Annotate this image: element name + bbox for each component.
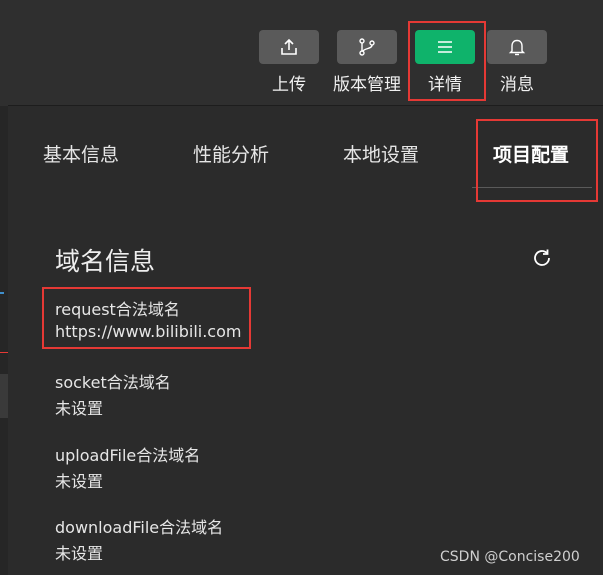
request-domain-label: request合法域名 [55,300,180,319]
top-toolbar: 上传 版本管理 详情 消息 [0,0,603,106]
downloadfile-domain-value: 未设置 [55,544,104,563]
socket-domain-value: 未设置 [55,399,104,418]
watermark: CSDN @Concise200 [440,549,580,565]
downloadfile-domain-label: downloadFile合法域名 [55,518,224,537]
version-button[interactable] [337,30,397,64]
messages-tool[interactable]: 消息 [487,30,547,95]
left-edge-panel [0,106,8,575]
upload-tool[interactable]: 上传 [259,30,319,95]
upload-icon [281,38,297,55]
upload-button[interactable] [259,30,319,64]
tab-underline [472,187,592,188]
edge-marker [0,292,4,294]
messages-button[interactable] [487,30,547,64]
refresh-icon[interactable] [530,246,554,270]
upload-label: 上传 [272,75,306,95]
section-title: 域名信息 [55,247,156,276]
version-label: 版本管理 [333,75,401,95]
bell-icon [508,39,526,56]
request-domain-value: https://www.bilibili.com [55,322,242,341]
tab-basic-info[interactable]: 基本信息 [43,140,119,167]
tab-performance[interactable]: 性能分析 [193,140,269,167]
branch-icon [359,38,375,56]
menu-icon [438,41,452,53]
edge-marker [0,352,8,353]
details-tool[interactable]: 详情 [415,30,475,95]
edge-block [0,374,8,418]
messages-label: 消息 [500,75,534,95]
socket-domain-label: socket合法域名 [55,373,171,392]
details-label: 详情 [428,75,462,95]
tab-local-settings[interactable]: 本地设置 [343,140,419,167]
version-tool[interactable]: 版本管理 [333,30,401,95]
uploadfile-domain-label: uploadFile合法域名 [55,446,201,465]
uploadfile-domain-value: 未设置 [55,472,104,491]
tab-project-config[interactable]: 项目配置 [493,140,569,167]
details-button[interactable] [415,30,475,64]
